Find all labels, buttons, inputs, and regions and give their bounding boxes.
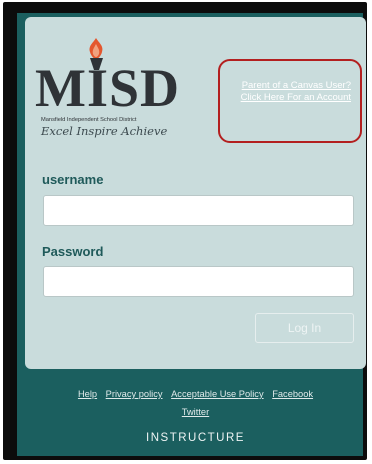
instructure-brand[interactable]: INSTRUCTURE [25, 432, 366, 444]
parent-account-link[interactable]: Parent of a Canvas User? Click Here For … [241, 80, 351, 104]
footer-link-twitter[interactable]: Twitter [182, 407, 209, 417]
footer-link-facebook[interactable]: Facebook [272, 389, 313, 399]
footer-link-privacy[interactable]: Privacy policy [106, 389, 163, 399]
footer-links: Help Privacy policy Acceptable Use Polic… [25, 385, 366, 421]
parent-link-line1[interactable]: Parent of a Canvas User? [241, 80, 351, 92]
logo-district-name: Mansfield Independent School District [41, 117, 137, 123]
password-input[interactable] [43, 266, 354, 297]
footer-link-help[interactable]: Help [78, 389, 97, 399]
password-label: Password [42, 244, 104, 259]
parent-link-line2[interactable]: Click Here For an Account [241, 92, 351, 104]
flame-icon [89, 38, 103, 59]
login-button[interactable]: Log In [255, 313, 354, 343]
username-label: username [42, 172, 104, 187]
logo-tagline: Excel Inspire Achieve [41, 124, 168, 138]
misd-logo: MISD Mansfield Independent School Distri… [35, 38, 185, 148]
parent-account-highlight: Parent of a Canvas User? Click Here For … [218, 59, 362, 143]
logo-abbreviation: MISD [35, 58, 181, 118]
footer-link-acceptable-use[interactable]: Acceptable Use Policy [171, 389, 264, 399]
username-input[interactable] [43, 195, 354, 226]
